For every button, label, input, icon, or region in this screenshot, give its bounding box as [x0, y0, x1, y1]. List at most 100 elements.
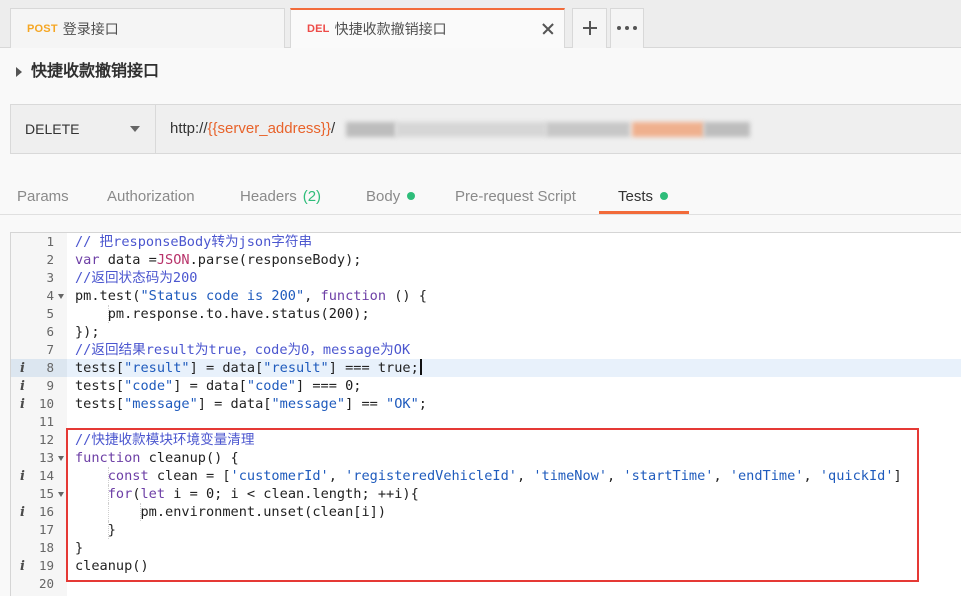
code-text[interactable]: //返回结果result为true，code为0，message为OK [67, 341, 961, 359]
code-text[interactable]: tests["message"] = data["message"] == "O… [67, 395, 961, 413]
url-input[interactable]: http://{{server_address}}/ [156, 105, 961, 153]
code-text[interactable]: //返回状态码为200 [67, 269, 961, 287]
new-tab-button[interactable] [572, 8, 607, 48]
code-line[interactable]: 12 //快捷收款模块环境变量清理 [11, 431, 961, 449]
code-token: , [304, 288, 321, 304]
tab-params[interactable]: Params [17, 186, 69, 208]
line-number: 1 [46, 234, 54, 249]
more-tabs-button[interactable] [610, 8, 644, 48]
code-line[interactable]: 16 pm.environment.unset(clean[i]) [11, 503, 961, 521]
code-line[interactable]: 15 for(let i = 0; i < clean.length; ++i)… [11, 485, 961, 503]
code-text[interactable]: //快捷收款模块环境变量清理 [67, 431, 961, 449]
code-token: ] = data[ [173, 378, 247, 394]
code-token: const [107, 468, 149, 484]
code-line[interactable]: 5 pm.response.to.have.status(200); [11, 305, 961, 323]
code-line[interactable]: 1 // 把responseBody转为json字符串 [11, 233, 961, 251]
code-line[interactable]: 11 [11, 413, 961, 431]
tab-label: Tests [618, 188, 654, 205]
code-text[interactable]: pm.test("Status code is 200", function (… [67, 287, 961, 305]
code-line[interactable]: 9 tests["code"] = data["code"] === 0; [11, 377, 961, 395]
code-text[interactable]: tests["code"] = data["code"] === 0; [67, 377, 961, 395]
code-token: "code" [124, 378, 174, 394]
code-line[interactable]: 2 var data =JSON.parse(responseBody); [11, 251, 961, 269]
info-icon[interactable] [20, 359, 28, 378]
code-text[interactable]: for(let i = 0; i < clean.length; ++i){ [67, 485, 961, 503]
code-text[interactable]: tests["result"] = data["result"] === tru… [67, 359, 961, 377]
info-icon[interactable] [20, 503, 28, 522]
tab-tests[interactable]: Tests [618, 186, 669, 208]
info-icon[interactable] [20, 377, 28, 396]
code-text[interactable] [67, 413, 961, 431]
code-line[interactable]: 8tests["result"] = data["result"] === tr… [11, 359, 961, 377]
code-text[interactable]: function cleanup() { [67, 449, 961, 467]
code-text[interactable]: // 把responseBody转为json字符串 [67, 233, 961, 251]
gutter-cell: 20 [11, 575, 67, 593]
code-line[interactable]: 7 //返回结果result为true，code为0，message为OK [11, 341, 961, 359]
code-line[interactable]: 18} [11, 539, 961, 557]
code-token: ] == [345, 396, 387, 412]
code-text[interactable]: } [67, 521, 961, 539]
tab-pre-request-script[interactable]: Pre-request Script [455, 186, 576, 208]
code-line[interactable]: 20 [11, 575, 961, 593]
code-line[interactable]: 13 function cleanup() { [11, 449, 961, 467]
code-line[interactable]: 14 const clean = ['customerId', 'registe… [11, 467, 961, 485]
code-token: 0 [205, 486, 215, 502]
code-line[interactable]: 6}); [11, 323, 961, 341]
code-token: () { [386, 288, 427, 304]
status-dot [660, 192, 669, 200]
info-icon[interactable] [20, 557, 28, 576]
close-icon[interactable] [541, 22, 555, 36]
code-token: //返回结果result为true，code为0，message为OK [75, 342, 411, 358]
code-token: 'registeredVehicleId' [345, 468, 517, 484]
code-text[interactable] [67, 575, 961, 593]
info-icon[interactable] [20, 395, 28, 414]
code-text[interactable]: var data =JSON.parse(responseBody); [67, 251, 961, 269]
code-text[interactable]: cleanup() [67, 557, 961, 575]
request-tab-login[interactable]: POST 登录接口 [10, 8, 285, 48]
code-text[interactable]: }); [67, 323, 961, 341]
code-line[interactable]: 4 pm.test("Status code is 200", function … [11, 287, 961, 305]
request-tab-quick-pay-cancel[interactable]: DEL 快捷收款撤销接口 [290, 8, 565, 48]
line-number: 20 [38, 576, 54, 591]
gutter-cell: 8 [11, 359, 67, 377]
code-token: , [607, 468, 624, 484]
tab-body[interactable]: Body [366, 186, 416, 208]
code-token: 'customerId' [230, 468, 329, 484]
code-token: pm.test( [75, 288, 141, 304]
code-line[interactable]: 17 } [11, 521, 961, 539]
fold-arrow-icon[interactable] [58, 492, 64, 497]
request-title-row[interactable]: 快捷收款撤销接口 [0, 48, 961, 94]
text-cursor [419, 359, 422, 375]
code-lines[interactable]: 1 // 把responseBody转为json字符串 2 var data =JSO… [11, 233, 961, 593]
code-text[interactable]: } [67, 539, 961, 557]
code-text[interactable]: pm.environment.unset(clean[i]) [67, 503, 961, 521]
tests-code-editor[interactable]: 1 // 把responseBody转为json字符串 2 var data =JSO… [10, 232, 961, 596]
code-token: ; i < clean.length; ++i){ [214, 486, 419, 502]
request-title[interactable]: 快捷收款撤销接口 [31, 60, 159, 84]
fold-arrow-icon[interactable] [58, 456, 64, 461]
code-line[interactable]: 10 tests["message"] = data["message"] == … [11, 395, 961, 413]
method-select[interactable]: DELETE [11, 105, 156, 153]
code-token: for [107, 486, 133, 502]
tab-label: Params [17, 188, 69, 205]
gutter-cell: 7 [11, 341, 67, 359]
tab-authorization[interactable]: Authorization [107, 186, 195, 208]
code-text[interactable]: pm.response.to.have.status(200); [67, 305, 961, 323]
tab-headers[interactable]: Headers (2) [240, 186, 321, 208]
code-token: ] = data[ [197, 396, 272, 412]
line-number: 15 [38, 486, 54, 501]
gutter-cell: 10 [11, 395, 67, 413]
line-number: 13 [38, 450, 54, 465]
code-token: 'timeNow' [533, 468, 608, 484]
code-line[interactable]: 19 cleanup() [11, 557, 961, 575]
code-token: cleanup() [75, 558, 149, 574]
code-token: , [516, 468, 534, 484]
code-text[interactable]: const clean = ['customerId', 'registered… [67, 467, 961, 485]
line-number: 11 [38, 414, 54, 429]
fold-arrow-icon[interactable] [58, 294, 64, 299]
code-line[interactable]: 3 //返回状态码为200 [11, 269, 961, 287]
info-icon[interactable] [20, 467, 28, 486]
caret-right-icon[interactable] [16, 67, 22, 77]
